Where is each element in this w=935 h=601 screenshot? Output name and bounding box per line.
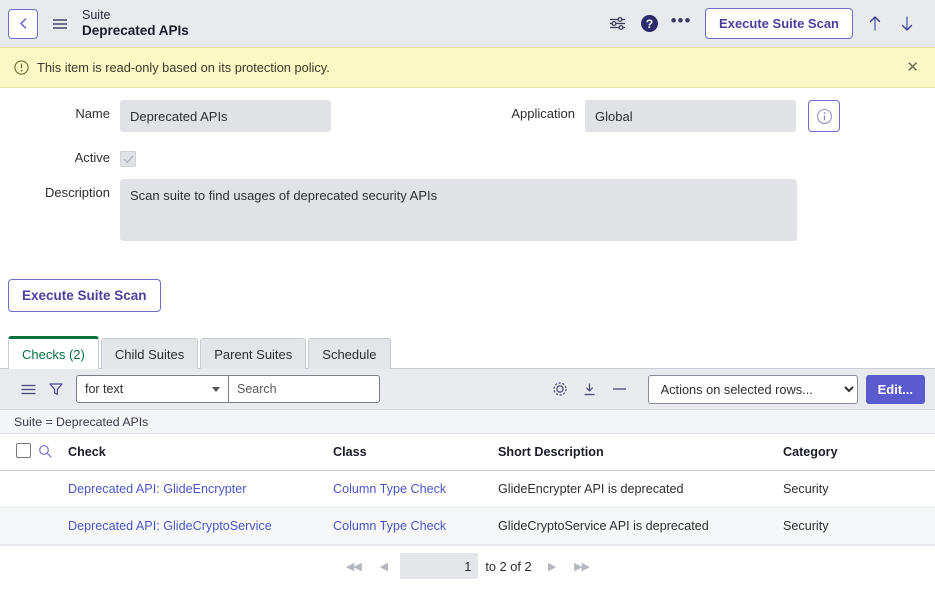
active-label: Active	[74, 150, 110, 165]
pagination: ◀◀ ◀ to 2 of 2 ▶ ▶▶	[0, 545, 935, 586]
actions-on-selected-rows-select[interactable]: Actions on selected rows...	[647, 374, 858, 404]
row-checkbox-cell	[0, 470, 38, 508]
page-title: Suite Deprecated APIs	[82, 8, 189, 39]
tab-checks-label: Checks (2)	[22, 346, 85, 362]
execute-suite-scan-button[interactable]: Execute Suite Scan	[8, 279, 161, 312]
list-menu-icon[interactable]	[14, 375, 42, 403]
tab-checks[interactable]: Checks (2)	[8, 336, 99, 369]
row-category-cell: Security	[783, 470, 935, 508]
table-row[interactable]: Deprecated API: GlideEncrypter Column Ty…	[0, 470, 935, 508]
sliders-icon[interactable]	[601, 8, 633, 40]
class-link[interactable]: Column Type Check	[333, 482, 446, 496]
minus-icon[interactable]	[606, 375, 634, 403]
application-label: Application	[511, 106, 575, 121]
row-icon-cell	[38, 470, 68, 508]
tab-parent-suites[interactable]: Parent Suites	[200, 338, 307, 369]
svg-text:?: ?	[645, 17, 652, 31]
search-field-select-wrap: for text	[76, 375, 228, 403]
table-row[interactable]: Deprecated API: GlideCryptoService Colum…	[0, 507, 935, 545]
arrow-down-icon[interactable]	[891, 8, 923, 40]
row-class-cell: Column Type Check	[333, 507, 498, 545]
table-header-row: Check Class Short Description Category	[0, 434, 935, 471]
description-textarea[interactable]: Scan suite to find usages of deprecated …	[120, 179, 797, 241]
application-input[interactable]: Global	[585, 100, 796, 132]
active-checkbox[interactable]	[120, 151, 136, 167]
last-page-icon[interactable]: ▶▶	[567, 555, 597, 577]
header-actions: ? ••• Execute Suite Scan	[601, 8, 923, 40]
exclamation-circle-icon	[14, 60, 29, 75]
select-all-checkbox[interactable]	[16, 443, 31, 458]
row-check-cell: Deprecated API: GlideCryptoService	[68, 507, 333, 545]
form-left-column: Name Deprecated APIs Active	[0, 100, 495, 179]
back-button[interactable]	[8, 8, 38, 39]
first-page-icon[interactable]: ◀◀	[338, 555, 368, 577]
field-description: Description Scan suite to find usages of…	[0, 179, 935, 241]
record-type-label: Suite	[82, 8, 111, 23]
info-circle-icon[interactable]	[808, 100, 840, 132]
form-field-grid: Name Deprecated APIs Active Application …	[0, 100, 935, 179]
name-label: Name	[75, 106, 110, 121]
check-icon	[123, 155, 133, 163]
banner-close-icon[interactable]: ✕	[902, 60, 923, 75]
list-toolbar: for text Search Actions on selected rows…	[0, 369, 935, 410]
search-row-header	[38, 434, 68, 471]
checks-list-table: Check Class Short Description Category D…	[0, 434, 935, 545]
edit-button[interactable]: Edit...	[865, 374, 925, 404]
tab-schedule-label: Schedule	[322, 346, 377, 362]
hamburger-icon[interactable]	[47, 11, 73, 37]
field-application: Application Global	[495, 100, 935, 132]
record-title-label: Deprecated APIs	[82, 22, 189, 38]
column-header-class[interactable]: Class	[333, 434, 498, 471]
check-link[interactable]: Deprecated API: GlideEncrypter	[68, 482, 247, 496]
row-short-description-cell: GlideEncrypter API is deprecated	[498, 470, 783, 508]
page-number-input[interactable]	[400, 553, 479, 579]
field-active: Active	[0, 144, 495, 167]
class-link[interactable]: Column Type Check	[333, 519, 446, 533]
chevron-left-icon	[18, 17, 29, 30]
form-header: Suite Deprecated APIs ? ••• Execute Suit…	[0, 0, 935, 47]
body-actions: Execute Suite Scan	[0, 253, 935, 312]
check-link[interactable]: Deprecated API: GlideCryptoService	[68, 519, 272, 533]
tab-child-suites[interactable]: Child Suites	[100, 338, 199, 369]
banner-message: This item is read-only based on its prot…	[37, 60, 330, 75]
row-class-cell: Column Type Check	[333, 470, 498, 508]
arrow-up-icon[interactable]	[859, 8, 891, 40]
related-lists-tabs: Checks (2) Child Suites Parent Suites Sc…	[0, 312, 935, 369]
search-input[interactable]	[228, 375, 380, 403]
form-right-column: Application Global	[495, 100, 935, 179]
download-icon[interactable]	[576, 375, 604, 403]
row-short-description-cell: GlideCryptoService API is deprecated	[498, 507, 783, 545]
column-header-short-description[interactable]: Short Description	[498, 434, 783, 471]
name-input[interactable]: Deprecated APIs	[120, 100, 331, 132]
row-category-cell: Security	[783, 507, 935, 545]
row-icon-cell	[38, 507, 68, 545]
column-header-check[interactable]: Check	[68, 434, 333, 471]
select-all-header	[0, 434, 38, 471]
row-check-cell: Deprecated API: GlideEncrypter	[68, 470, 333, 508]
execute-suite-scan-header-button[interactable]: Execute Suite Scan	[705, 8, 853, 39]
readonly-banner: This item is read-only based on its prot…	[0, 47, 935, 88]
ellipsis-icon[interactable]: •••	[665, 8, 697, 40]
breadcrumb-text: Suite = Deprecated APIs	[14, 414, 149, 429]
column-header-category[interactable]: Category	[783, 434, 935, 471]
tab-schedule[interactable]: Schedule	[308, 338, 391, 369]
tab-parent-suites-label: Parent Suites	[214, 346, 293, 362]
help-circle-icon[interactable]: ?	[633, 8, 665, 40]
field-name: Name Deprecated APIs	[0, 100, 495, 132]
next-page-icon[interactable]: ▶	[537, 555, 567, 577]
gear-icon[interactable]	[546, 375, 574, 403]
pagination-range-text: to 2 of 2	[485, 558, 532, 574]
tab-child-suites-label: Child Suites	[114, 346, 185, 362]
form-body: Name Deprecated APIs Active Application …	[0, 88, 935, 586]
magnifier-icon[interactable]	[38, 444, 52, 461]
list-toolbar-right: Actions on selected rows... Edit...	[546, 374, 925, 404]
row-checkbox-cell	[0, 507, 38, 545]
search-field-select[interactable]: for text	[76, 375, 228, 403]
funnel-icon[interactable]	[42, 375, 70, 403]
prev-page-icon[interactable]: ◀	[368, 555, 398, 577]
breadcrumb[interactable]: Suite = Deprecated APIs	[0, 410, 935, 434]
list-search-group: for text	[76, 375, 380, 403]
description-label: Description	[44, 185, 110, 200]
